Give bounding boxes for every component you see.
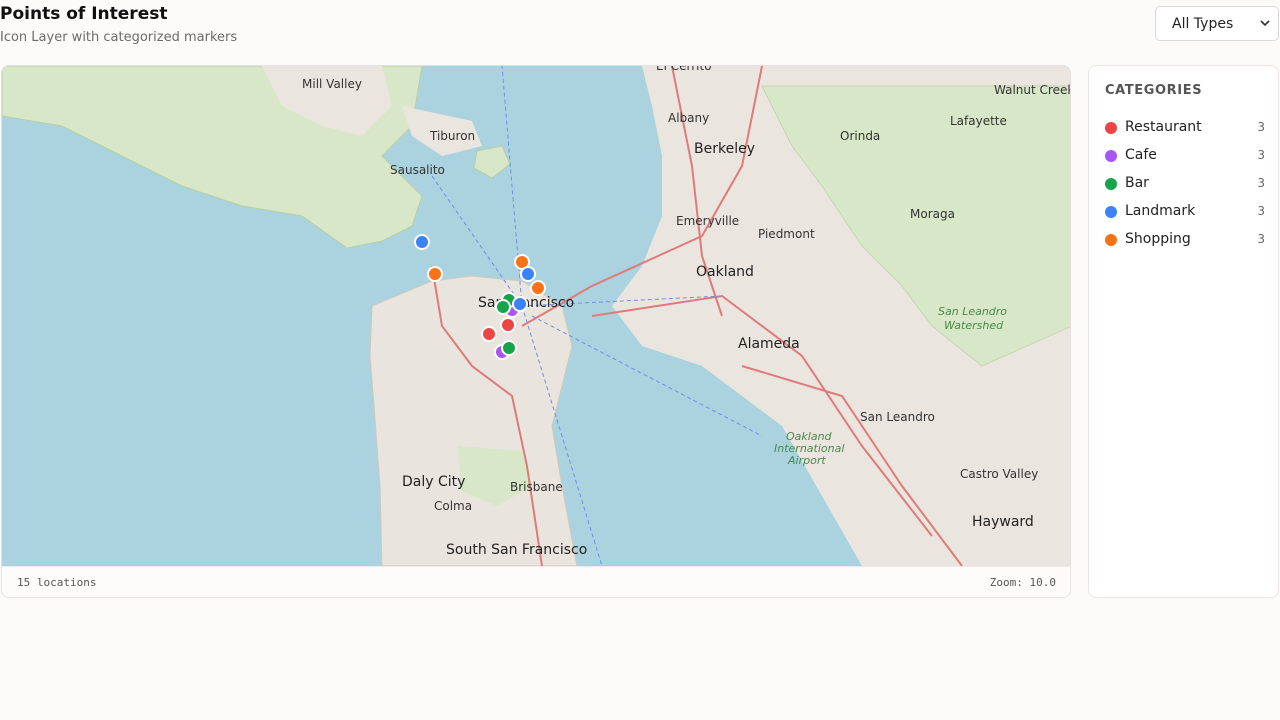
label-san-leandro-watershed-1: San Leandro [938, 305, 1007, 318]
poi-marker-shopping[interactable] [427, 266, 443, 282]
shopping-color-swatch [1105, 234, 1117, 246]
type-filter-value: All Types [1172, 15, 1234, 32]
location-count: 15 locations [17, 576, 97, 589]
legend-item-label: Restaurant [1125, 119, 1202, 135]
chevron-down-icon [1260, 20, 1270, 27]
label-piedmont: Piedmont [758, 227, 815, 241]
label-hayward: Hayward [972, 514, 1034, 530]
label-berkeley: Berkeley [694, 141, 755, 157]
category-legend: CATEGORIES Restaurant 3 Cafe 3 Bar 3 Lan… [1088, 65, 1279, 598]
legend-item-shopping[interactable]: Shopping 3 [1105, 226, 1265, 254]
header: Points of Interest Icon Layer with categ… [0, 0, 1280, 60]
poi-marker-landmark[interactable] [520, 266, 536, 282]
label-albany: Albany [668, 111, 709, 125]
zoom-readout: Zoom: 10.0 [989, 576, 1056, 589]
type-filter-select[interactable]: All Types [1155, 6, 1279, 41]
legend-item-cafe[interactable]: Cafe 3 [1105, 142, 1265, 170]
poi-marker-bar[interactable] [501, 340, 517, 356]
label-san-leandro: San Leandro [860, 410, 935, 424]
legend-item-label: Shopping [1125, 231, 1191, 247]
map-footer: 15 locations Zoom: 10.0 [2, 566, 1070, 597]
label-orinda: Orinda [840, 129, 880, 143]
label-moraga: Moraga [910, 207, 955, 221]
legend-item-label: Cafe [1125, 147, 1157, 163]
label-colma: Colma [434, 499, 472, 513]
label-south-san-francisco: South San Francisco [446, 542, 587, 558]
bar-color-swatch [1105, 178, 1117, 190]
label-alameda: Alameda [738, 336, 800, 352]
sf-peninsula [369, 275, 578, 566]
legend-item-count: 3 [1257, 120, 1265, 134]
restaurant-color-swatch [1105, 122, 1117, 134]
cafe-color-swatch [1105, 150, 1117, 162]
legend-item-count: 3 [1257, 148, 1265, 162]
label-el-cerrito: El Cerrito [656, 66, 712, 73]
label-san-leandro-watershed-2: Watershed [944, 319, 1004, 332]
label-mill-valley: Mill Valley [302, 77, 362, 91]
poi-marker-restaurant[interactable] [500, 317, 516, 333]
poi-marker-bar[interactable] [495, 299, 511, 315]
poi-marker-restaurant[interactable] [481, 326, 497, 342]
legend-item-landmark[interactable]: Landmark 3 [1105, 198, 1265, 226]
label-emeryville: Emeryville [676, 214, 739, 228]
legend-item-label: Landmark [1125, 203, 1196, 219]
legend-title: CATEGORIES [1105, 83, 1203, 98]
label-sausalito: Sausalito [390, 163, 445, 177]
legend-item-count: 3 [1257, 232, 1265, 246]
legend-item-label: Bar [1125, 175, 1149, 191]
legend-item-count: 3 [1257, 176, 1265, 190]
legend-item-restaurant[interactable]: Restaurant 3 [1105, 114, 1265, 142]
label-daly-city: Daly City [402, 474, 465, 490]
poi-marker-landmark[interactable] [414, 234, 430, 250]
map-canvas[interactable]: Mill Valley Tiburon Sausalito Berkeley A… [2, 66, 1071, 566]
page-subtitle: Icon Layer with categorized markers [0, 30, 238, 45]
legend-list: Restaurant 3 Cafe 3 Bar 3 Landmark 3 Sho… [1105, 114, 1265, 254]
label-oakland: Oakland [696, 264, 754, 280]
poi-marker-shopping[interactable] [530, 280, 546, 296]
map-panel: Mill Valley Tiburon Sausalito Berkeley A… [1, 65, 1071, 598]
page-title: Points of Interest [0, 4, 168, 24]
label-tiburon: Tiburon [429, 129, 475, 143]
label-walnut-creek: Walnut Creek [994, 83, 1071, 97]
label-lafayette: Lafayette [950, 114, 1007, 128]
label-brisbane: Brisbane [510, 480, 563, 494]
landmark-color-swatch [1105, 206, 1117, 218]
label-castro-valley: Castro Valley [960, 467, 1038, 481]
label-airport-3: Airport [787, 454, 826, 467]
legend-item-count: 3 [1257, 204, 1265, 218]
poi-marker-landmark[interactable] [512, 296, 528, 312]
legend-item-bar[interactable]: Bar 3 [1105, 170, 1265, 198]
